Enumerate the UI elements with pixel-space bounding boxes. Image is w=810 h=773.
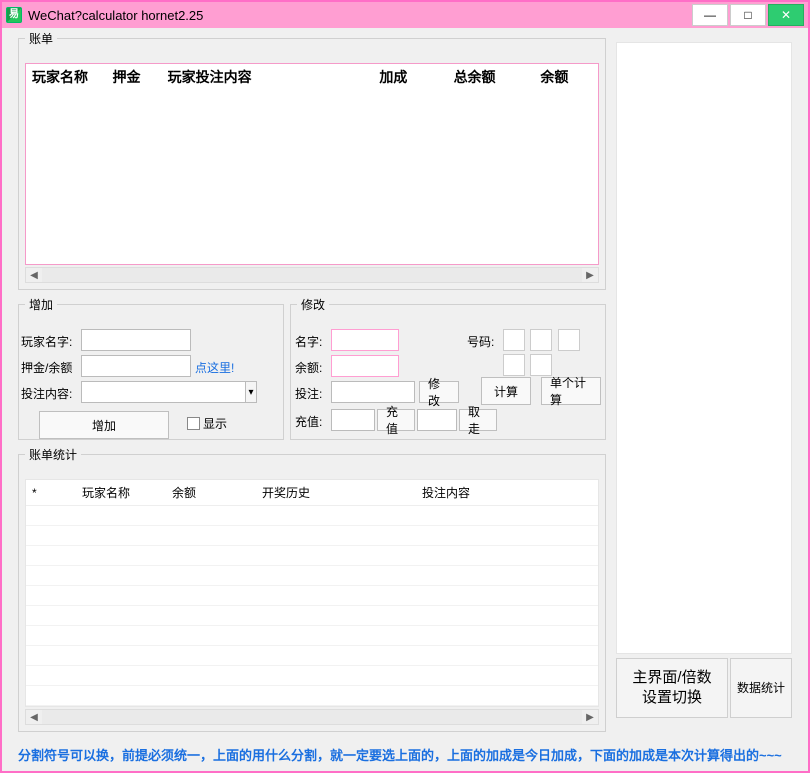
table-row[interactable]: [26, 626, 598, 646]
balance-display: [331, 355, 399, 377]
table-row[interactable]: [26, 586, 598, 606]
stats-group: 账单统计 * 玩家名称 余额 开奖历史 投注内容: [18, 446, 606, 732]
footer-hint: 分割符号可以换，前提必须统一，上面的用什么分割，就一定要选上面的，上面的加成是今…: [18, 745, 792, 765]
bills-horizontal-scrollbar[interactable]: ◀ ▶: [25, 267, 599, 283]
chevron-down-icon[interactable]: ▾: [246, 381, 257, 403]
number-label: 号码:: [467, 333, 494, 350]
name-display: [331, 329, 399, 351]
modify-legend: 修改: [297, 296, 329, 313]
modify-group: 修改 名字: 余额: 投注: 修改 充值: 充值 取走 号码: 计算 单个计算: [290, 296, 606, 440]
number-boxes: [501, 329, 605, 379]
stats-col-star[interactable]: *: [26, 480, 76, 506]
calculate-button[interactable]: 计算: [481, 377, 531, 405]
bills-group: 账单 玩家名称 押金 玩家投注内容 加成 总余额 余额: [18, 30, 606, 290]
recharge-button[interactable]: 充值: [377, 409, 415, 431]
maximize-button[interactable]: □: [730, 4, 766, 26]
bills-col-balance[interactable]: 余额: [534, 64, 598, 90]
scroll-left-icon[interactable]: ◀: [26, 710, 42, 724]
table-row[interactable]: [26, 506, 598, 526]
bet-content-label: 投注内容:: [21, 385, 72, 402]
stats-legend: 账单统计: [25, 446, 81, 463]
withdraw-button[interactable]: 取走: [459, 409, 497, 431]
number-box-1[interactable]: [503, 329, 525, 351]
single-calculate-button[interactable]: 单个计算: [541, 377, 601, 405]
data-stats-button[interactable]: 数据统计: [730, 658, 792, 718]
scroll-left-icon[interactable]: ◀: [26, 268, 42, 282]
table-row[interactable]: [26, 566, 598, 586]
bills-table[interactable]: 玩家名称 押金 玩家投注内容 加成 总余额 余额: [25, 63, 599, 265]
titlebar: 易 WeChat?calculator hornet2.25 — □ ✕: [2, 2, 808, 28]
stats-horizontal-scrollbar[interactable]: ◀ ▶: [25, 709, 599, 725]
scroll-right-icon[interactable]: ▶: [582, 710, 598, 724]
table-row[interactable]: [26, 646, 598, 666]
player-name-label: 玩家名字:: [21, 333, 72, 350]
stats-col-bet-content[interactable]: 投注内容: [416, 480, 598, 506]
recharge-label: 充值:: [295, 413, 322, 430]
modify-button[interactable]: 修改: [419, 381, 459, 403]
table-row[interactable]: [26, 606, 598, 626]
number-box-3[interactable]: [558, 329, 580, 351]
table-row[interactable]: [26, 546, 598, 566]
stats-col-history[interactable]: 开奖历史: [256, 480, 416, 506]
name-label: 名字:: [295, 333, 322, 350]
add-button[interactable]: 增加: [39, 411, 169, 439]
deposit-balance-input[interactable]: [81, 355, 191, 377]
scroll-right-icon[interactable]: ▶: [582, 268, 598, 282]
bills-col-total-balance[interactable]: 总余额: [448, 64, 535, 90]
app-icon: 易: [6, 7, 22, 23]
main-switch-button[interactable]: 主界面/倍数 设置切换: [616, 658, 728, 718]
balance-label: 余额:: [295, 359, 322, 376]
number-box-4[interactable]: [503, 354, 525, 376]
content-area: 账单 玩家名称 押金 玩家投注内容 加成 总余额 余额: [2, 28, 808, 771]
close-button[interactable]: ✕: [768, 4, 804, 26]
bet-label: 投注:: [295, 385, 322, 402]
show-checkbox-label: 显示: [203, 415, 227, 432]
bills-legend: 账单: [25, 30, 57, 47]
recharge-input[interactable]: [331, 409, 375, 431]
app-window: 易 WeChat?calculator hornet2.25 — □ ✕ 账单 …: [0, 0, 810, 773]
scroll-track[interactable]: [42, 268, 582, 282]
withdraw-input[interactable]: [417, 409, 457, 431]
bet-content-combo[interactable]: ▾: [81, 381, 257, 403]
stats-table[interactable]: * 玩家名称 余额 开奖历史 投注内容: [25, 479, 599, 707]
scroll-track[interactable]: [42, 710, 582, 724]
checkbox-icon: [187, 417, 200, 430]
minimize-button[interactable]: —: [692, 4, 728, 26]
add-group: 增加 玩家名字: 押金/余额 点这里! 投注内容: ▾ 增加 显示: [18, 296, 284, 440]
stats-col-balance[interactable]: 余额: [166, 480, 256, 506]
player-name-input[interactable]: [81, 329, 191, 351]
bills-col-player[interactable]: 玩家名称: [26, 64, 107, 90]
deposit-balance-label: 押金/余额: [21, 359, 72, 376]
bet-input[interactable]: [331, 381, 415, 403]
bills-col-bonus[interactable]: 加成: [373, 64, 447, 90]
number-box-2[interactable]: [530, 329, 552, 351]
table-row[interactable]: [26, 526, 598, 546]
bills-col-bet-content[interactable]: 玩家投注内容: [162, 64, 374, 90]
number-box-5[interactable]: [530, 354, 552, 376]
table-row[interactable]: [26, 686, 598, 706]
stats-col-player[interactable]: 玩家名称: [76, 480, 166, 506]
add-legend: 增加: [25, 296, 57, 313]
bet-content-input[interactable]: [81, 381, 246, 403]
bills-col-deposit[interactable]: 押金: [107, 64, 162, 90]
show-checkbox[interactable]: 显示: [187, 415, 227, 432]
right-panel: [616, 42, 792, 654]
window-title: WeChat?calculator hornet2.25: [28, 8, 203, 23]
table-row[interactable]: [26, 666, 598, 686]
click-here-link[interactable]: 点这里!: [195, 359, 234, 376]
